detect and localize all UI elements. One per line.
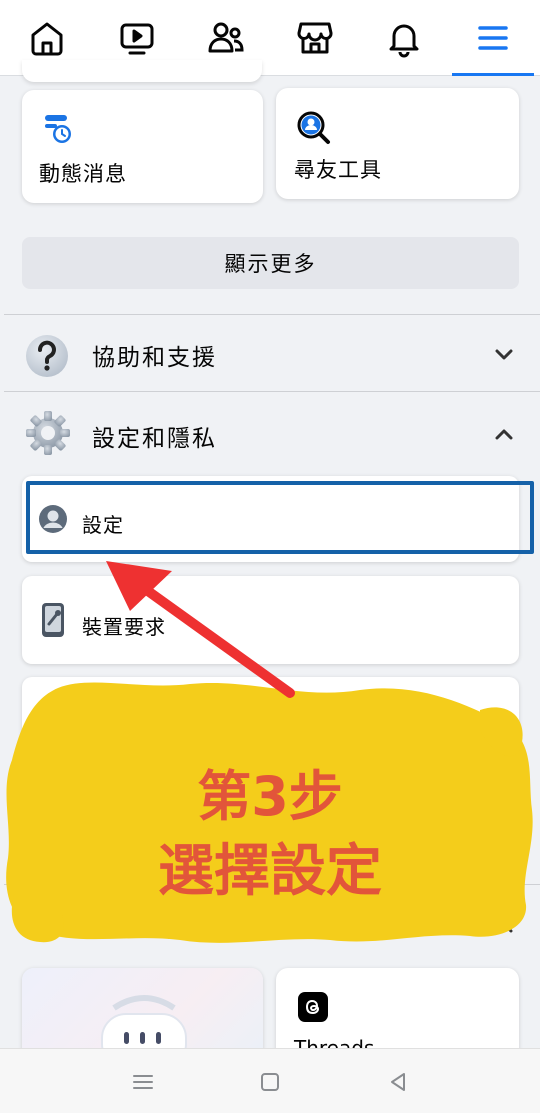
section-label: 協助和支援 bbox=[92, 345, 217, 371]
section-divider bbox=[4, 314, 540, 315]
shortcut-find-friends[interactable]: 尋友工具 bbox=[276, 88, 519, 199]
question-icon bbox=[26, 335, 68, 377]
feed-clock-icon bbox=[45, 115, 71, 143]
show-more-label: 顯示更多 bbox=[224, 252, 317, 276]
annotation-instruction-text: 選擇設定 bbox=[158, 839, 382, 904]
show-more-button[interactable]: 顯示更多 bbox=[22, 237, 519, 289]
shortcut-feed[interactable]: 動態消息 bbox=[22, 90, 263, 203]
menu-icon bbox=[478, 26, 508, 50]
section-help-support[interactable]: 協助和支援 bbox=[0, 316, 540, 392]
home-icon bbox=[31, 22, 63, 56]
device-icon bbox=[42, 603, 64, 637]
tab-menu[interactable] bbox=[448, 0, 538, 76]
friends-icon bbox=[208, 22, 244, 53]
find-friends-icon bbox=[297, 111, 330, 144]
shortcut-label: 尋友工具 bbox=[294, 158, 382, 182]
annotation-step-text: 第3步 bbox=[197, 765, 343, 828]
tab-notifications[interactable] bbox=[359, 0, 449, 76]
home-square-icon[interactable] bbox=[257, 1069, 283, 1095]
recents-icon[interactable] bbox=[130, 1069, 156, 1095]
marketplace-icon bbox=[297, 22, 333, 54]
annotation-arrow bbox=[106, 561, 295, 698]
shortcut-card-partial[interactable] bbox=[22, 60, 262, 82]
tab-marketplace[interactable] bbox=[270, 0, 360, 76]
back-icon[interactable] bbox=[385, 1069, 411, 1095]
gear-icon bbox=[26, 411, 70, 455]
section-divider bbox=[4, 391, 540, 392]
threads-icon bbox=[298, 992, 328, 1022]
section-settings-privacy[interactable]: 設定和隱私 bbox=[0, 395, 540, 471]
section-label: 設定和隱私 bbox=[92, 426, 217, 452]
highlight-frame bbox=[26, 481, 534, 554]
system-navigation-bar bbox=[0, 1048, 540, 1113]
notifications-icon bbox=[389, 24, 419, 58]
chevron-down-icon bbox=[495, 349, 513, 360]
shortcut-label: 動態消息 bbox=[39, 162, 127, 186]
video-icon bbox=[120, 23, 154, 55]
chevron-up-icon bbox=[495, 429, 513, 440]
